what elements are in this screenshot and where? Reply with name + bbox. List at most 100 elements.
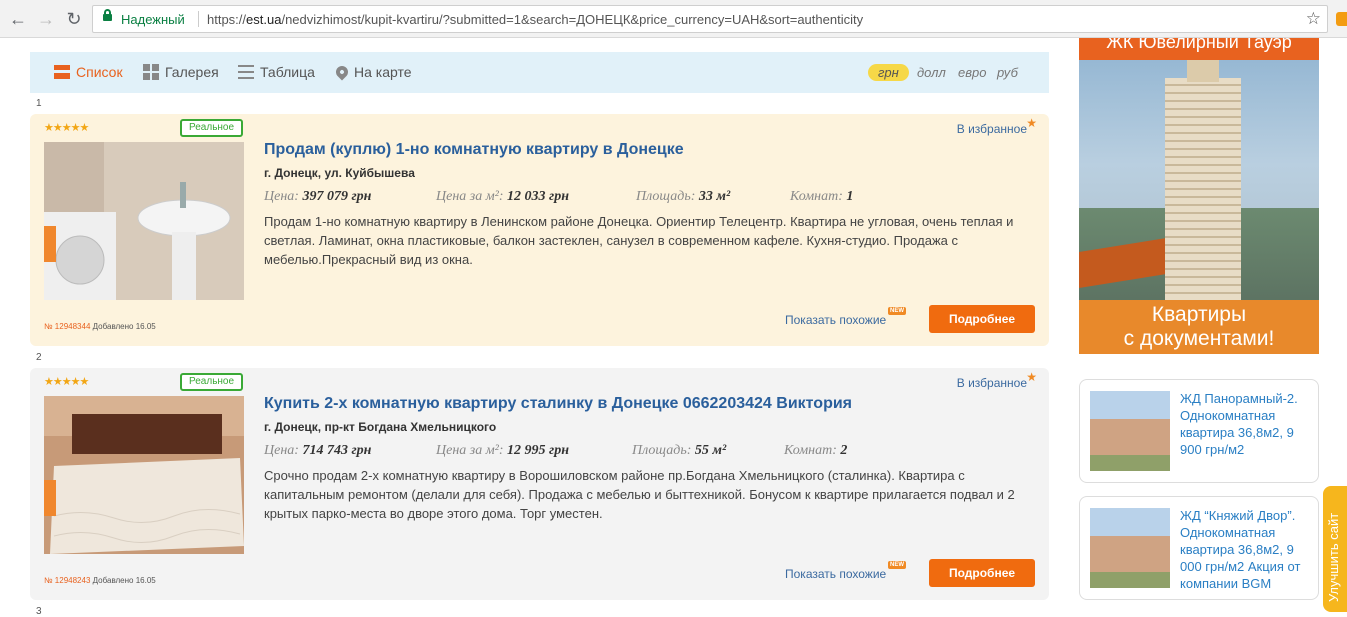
promo-text[interactable]: ЖД “Княжий Двор”. Однокомнатная квартира… <box>1180 507 1316 592</box>
currency-uah[interactable]: грн <box>868 64 909 81</box>
view-gallery[interactable]: Галерея <box>143 64 219 80</box>
reload-icon[interactable]: ↻ <box>64 9 84 29</box>
favorite-star-icon[interactable]: ★ <box>1026 116 1037 130</box>
banner-caption-line1: Квартиры <box>1151 303 1247 326</box>
view-map-label: На карте <box>354 64 412 80</box>
bathroom-photo <box>44 142 244 300</box>
bookmark-star-icon[interactable]: ☆ <box>1306 9 1321 29</box>
real-badge: Реальное <box>180 119 244 137</box>
back-arrow-icon[interactable]: ← <box>8 9 28 29</box>
map-pin-icon <box>333 63 351 81</box>
extension-icon[interactable] <box>1336 12 1347 26</box>
favorite-star-icon[interactable]: ★ <box>1026 370 1037 384</box>
url-scheme: https:// <box>207 12 247 27</box>
promo-tag <box>44 480 56 516</box>
listing-photo[interactable] <box>44 396 244 554</box>
view-list[interactable]: Список <box>54 64 123 80</box>
listing-id: № 12948344 <box>44 322 91 331</box>
price-per-m2: Цена за м²: 12 033 грн <box>436 189 569 205</box>
forward-arrow-icon[interactable]: → <box>36 9 56 29</box>
rooms: Комнат: 2 <box>784 443 847 459</box>
banner-caption: Квартиры с документами! <box>1079 300 1319 354</box>
banner-tower <box>1165 52 1241 318</box>
currency-rub[interactable]: руб <box>997 65 1018 80</box>
price-value: 397 079 грн <box>302 189 372 204</box>
listing-index: 1 <box>36 98 42 109</box>
rating-stars: ★★★★★ <box>44 376 89 388</box>
details-button[interactable]: Подробнее <box>929 305 1035 333</box>
price-label: Цена: <box>264 189 299 204</box>
currency-eur[interactable]: евро <box>958 65 986 80</box>
real-badge: Реальное <box>180 373 244 391</box>
listing-card: ★★★★★ Реальное Продам (куплю) 1-но комна… <box>30 114 1049 346</box>
listing-id: № 12948243 <box>44 576 91 585</box>
view-map[interactable]: На карте <box>333 63 412 81</box>
listing-index: 2 <box>36 352 42 363</box>
bedroom-photo <box>44 396 244 554</box>
table-icon <box>238 65 254 79</box>
browser-toolbar: ← → ↻ Надежный https://est.ua/nedvizhimo… <box>0 0 1347 38</box>
price: Цена: 397 079 грн <box>264 189 371 205</box>
promo-tag <box>44 226 56 262</box>
details-button[interactable]: Подробнее <box>929 559 1035 587</box>
url-path: /nedvizhimost/kupit-kvartiru/?submitted=… <box>281 12 864 27</box>
show-similar-link[interactable]: Показать похожие <box>785 567 886 581</box>
view-list-label: Список <box>76 64 123 80</box>
favorite-link[interactable]: В избранное <box>957 122 1027 136</box>
improve-site-label: Улучшить сайт <box>1326 512 1341 602</box>
list-icon <box>54 65 70 79</box>
new-badge: NEW <box>888 561 906 569</box>
area-value: 33 м² <box>698 189 731 204</box>
area-label: Площадь: <box>636 189 696 204</box>
area-value: 55 м² <box>694 443 727 458</box>
listing-added: Добавлено 16.05 <box>92 322 156 331</box>
url-text[interactable]: https://est.ua/nedvizhimost/kupit-kvarti… <box>207 12 863 27</box>
rating-stars: ★★★★★ <box>44 122 89 134</box>
price-value: 714 743 грн <box>302 443 372 458</box>
grid-icon <box>143 64 159 80</box>
view-gallery-label: Галерея <box>165 64 219 80</box>
promo-card[interactable]: ЖД “Княжий Двор”. Однокомнатная квартира… <box>1079 496 1319 600</box>
promo-thumbnail <box>1090 508 1170 588</box>
view-switcher-bar: Список Галерея Таблица На карте грн долл… <box>30 52 1049 93</box>
improve-site-tab[interactable]: Улучшить сайт <box>1323 486 1347 612</box>
promo-card[interactable]: ЖД Панорамный-2. Однокомнатная квартира … <box>1079 379 1319 483</box>
listing-address: г. Донецк, ул. Куйбышева <box>264 166 415 180</box>
view-table[interactable]: Таблица <box>238 64 315 80</box>
view-table-label: Таблица <box>260 64 315 80</box>
price-per-m2: Цена за м²: 12 995 грн <box>436 443 569 459</box>
listing-added: Добавлено 16.05 <box>92 576 156 585</box>
listing-card: ★★★★★ Реальное Купить 2-х комнатную квар… <box>30 368 1049 600</box>
price-label: Цена: <box>264 443 299 458</box>
secure-label: Надежный <box>121 12 185 27</box>
ppm-label: Цена за м²: <box>436 189 504 204</box>
ad-banner[interactable]: ЖК Ювелирный Тауэр Квартиры с документами… <box>1079 38 1319 354</box>
ppm-value: 12 995 грн <box>507 443 569 458</box>
address-bar[interactable]: Надежный https://est.ua/nedvizhimost/kup… <box>92 5 1328 33</box>
lock-icon <box>103 9 112 21</box>
listing-meta: № 12948344 Добавлено 16.05 <box>44 322 156 331</box>
url-host: est.ua <box>246 12 282 27</box>
rooms-value: 1 <box>846 189 854 204</box>
listing-title[interactable]: Купить 2-х комнатную квартиру сталинку в… <box>264 395 852 413</box>
listing-description: Срочно продам 2-х комнатную квартиру в В… <box>264 468 1015 521</box>
new-badge: NEW <box>888 307 906 315</box>
area: Площадь: 55 м² <box>632 443 726 459</box>
listing-meta: № 12948243 Добавлено 16.05 <box>44 576 156 585</box>
listing-address: г. Донецк, пр-кт Богдана Хмельницкого <box>264 420 497 434</box>
show-similar-link[interactable]: Показать похожие <box>785 313 886 327</box>
listing-description: Продам 1-но комнатную квартиру в Ленинск… <box>264 214 1014 267</box>
currency-usd[interactable]: долл <box>917 65 946 80</box>
promo-thumbnail <box>1090 391 1170 471</box>
ppm-label: Цена за м²: <box>436 443 504 458</box>
ppm-value: 12 033 грн <box>507 189 569 204</box>
banner-caption-line2: с документами! <box>1123 327 1275 350</box>
favorite-link[interactable]: В избранное <box>957 376 1027 390</box>
area: Площадь: 33 м² <box>636 189 730 205</box>
omnibox-divider <box>198 11 199 27</box>
rooms-label: Комнат: <box>784 443 837 458</box>
rooms-value: 2 <box>840 443 848 458</box>
promo-text[interactable]: ЖД Панорамный-2. Однокомнатная квартира … <box>1180 390 1316 458</box>
listing-photo[interactable] <box>44 142 244 300</box>
listing-title[interactable]: Продам (куплю) 1-но комнатную квартиру в… <box>264 141 684 159</box>
